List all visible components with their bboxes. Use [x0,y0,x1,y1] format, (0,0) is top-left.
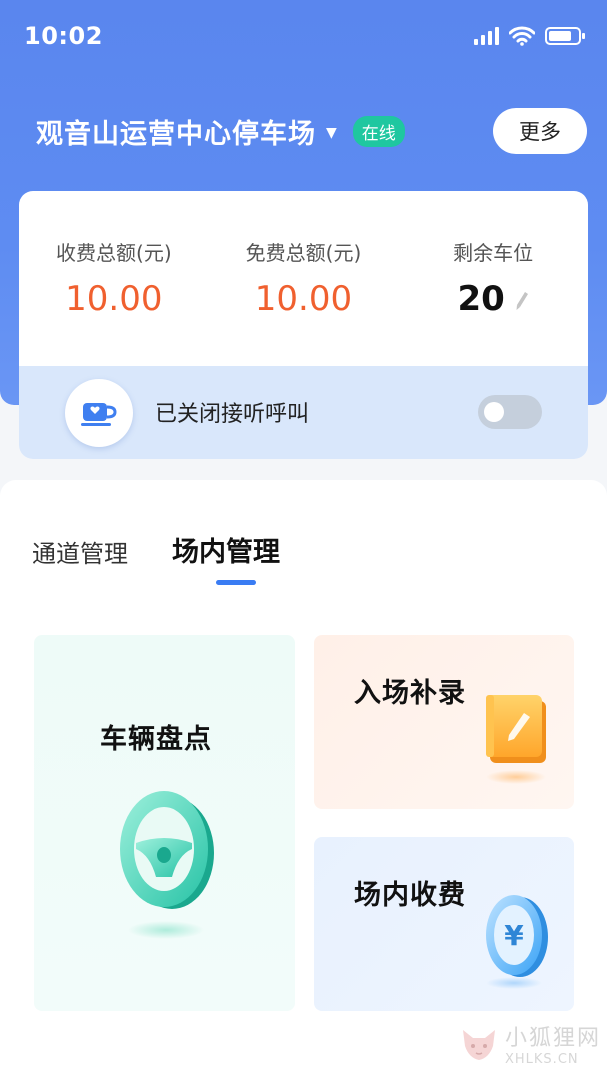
stat-value-wrap: 20 [398,279,588,319]
in-lot-fee-card[interactable]: 场内收费 ¥ [314,837,574,1011]
stat-label: 免费总额(元) [245,241,362,265]
call-toggle-row: 已关闭接听呼叫 [19,366,588,459]
svg-text:¥: ¥ [504,919,524,952]
toggle-knob [484,402,504,422]
notebook-edit-icon [486,695,546,784]
lot-selector[interactable]: 观音山运营中心停车场 ▼ 在线 [36,112,405,151]
tab-channel-management[interactable]: 通道管理 [32,530,128,569]
steering-wheel-icon [120,791,214,939]
entry-supplement-card[interactable]: 入场补录 [314,635,574,809]
call-icon [65,379,133,447]
cup-icon [81,403,117,426]
card-title: 入场补录 [354,678,466,709]
call-toggle-label: 已关闭接听呼叫 [155,402,310,427]
stat-value: 10.00 [254,279,353,319]
signal-icon [474,27,499,45]
stat-value: 10.00 [65,279,163,319]
stat-value: 20 [457,279,505,319]
wifi-icon [509,26,535,46]
more-button[interactable]: 更多 [493,108,587,154]
stat-remaining-spaces[interactable]: 剩余车位 20 [398,191,588,366]
stat-label: 收费总额(元) [56,241,172,265]
card-title: 车辆盘点 [100,724,212,755]
vehicle-check-card[interactable]: 车辆盘点 [34,635,295,1011]
stats-row: 收费总额(元) 10.00 免费总额(元) 10.00 剩余车位 20 [19,191,588,366]
status-bar: 10:02 [0,0,607,72]
fox-logo-icon [462,1029,495,1060]
status-icons [474,26,585,46]
stats-card: 收费总额(元) 10.00 免费总额(元) 10.00 剩余车位 20 已关闭接… [19,191,588,459]
stat-free-total: 免费总额(元) 10.00 [209,191,399,366]
card-title: 场内收费 [354,880,466,911]
call-toggle-switch[interactable] [478,395,542,429]
pencil-icon[interactable] [515,290,529,312]
watermark-en: XHLKS.CN [504,1052,579,1067]
tab-indicator [216,580,256,585]
watermark-text: 小狐狸网 XHLKS.CN [505,1020,601,1067]
lot-name: 观音山运营中心停车场 [36,119,316,150]
tab-bar: 通道管理 场内管理 [32,530,280,569]
stat-charged-total: 收费总额(元) 10.00 [19,191,209,366]
watermark-cn: 小狐狸网 [504,1026,601,1051]
stat-label: 剩余车位 [453,241,534,265]
status-time: 10:02 [24,22,103,50]
status-badge: 在线 [352,116,405,147]
battery-icon [545,27,585,45]
tab-in-lot-management[interactable]: 场内管理 [172,530,280,569]
main-panel: 通道管理 场内管理 车辆盘点 入场补录 场内收费 ¥ 小狐狸网 XHLKS.CN [0,480,607,1080]
watermark: 小狐狸网 XHLKS.CN [459,1020,601,1067]
caret-down-icon: ▼ [326,124,337,141]
yuan-coin-icon: ¥ [486,895,548,989]
